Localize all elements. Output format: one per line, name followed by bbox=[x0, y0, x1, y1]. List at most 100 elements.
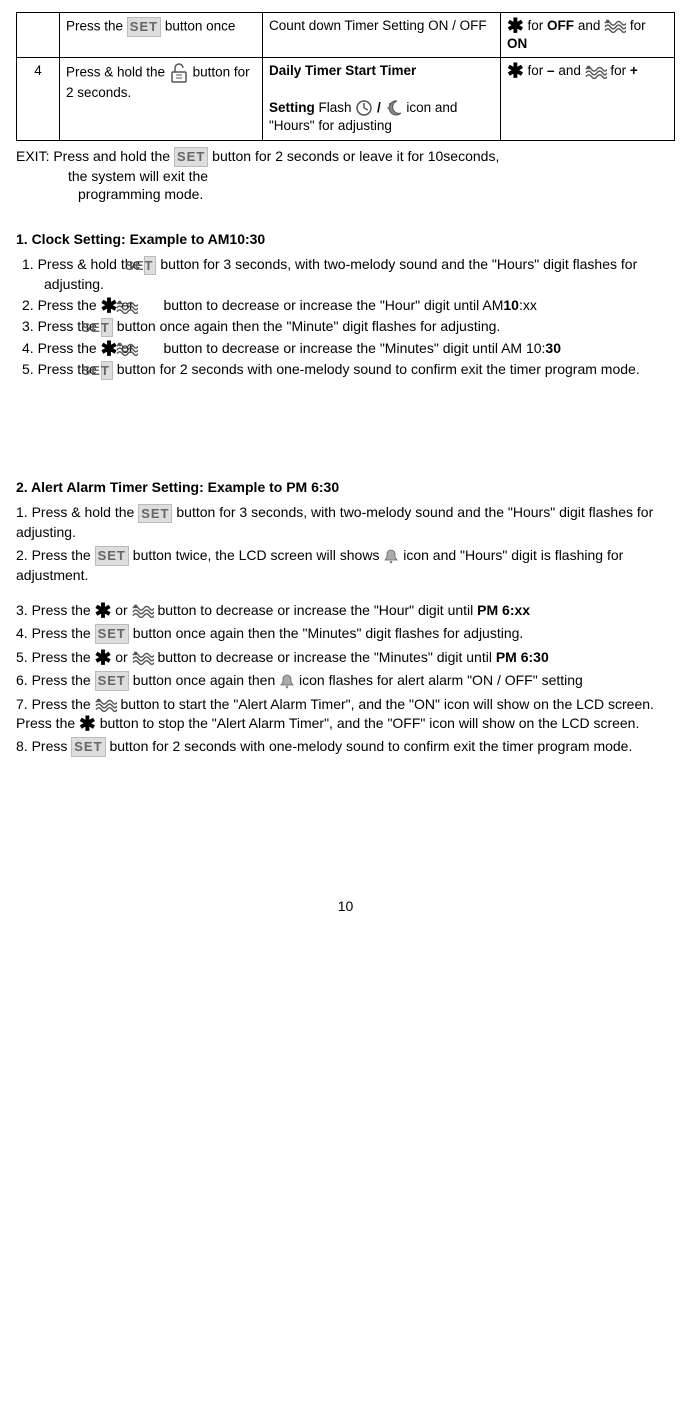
text: for bbox=[528, 63, 548, 78]
section1-title: 1. Clock Setting: Example to AM10:30 bbox=[16, 230, 675, 249]
text: button twice, the LCD screen will shows bbox=[133, 547, 384, 563]
text: – bbox=[547, 63, 555, 78]
text: for bbox=[528, 18, 548, 33]
text: or bbox=[115, 602, 131, 618]
wave-icon bbox=[138, 300, 160, 314]
text: Press & hold the bbox=[66, 65, 169, 80]
settings-table: Press the SET button once Count down Tim… bbox=[16, 12, 675, 141]
step: 5. Press the ✱ or button to decrease or … bbox=[16, 648, 675, 667]
text: or bbox=[115, 649, 131, 665]
step: 5. Press the SET button for 2 seconds wi… bbox=[44, 360, 675, 380]
text: PM 6:30 bbox=[496, 649, 549, 665]
step: 6. Press the SET button once again then … bbox=[16, 671, 675, 691]
set-icon: SET bbox=[174, 147, 208, 167]
text: button once again then bbox=[133, 672, 279, 688]
text: PM 6:xx bbox=[477, 602, 530, 618]
text: 4. Press the bbox=[16, 625, 95, 641]
row2-keys: ✱ for – and for + bbox=[501, 58, 675, 140]
text: 5. Press the bbox=[16, 649, 95, 665]
bell-icon bbox=[383, 548, 399, 564]
text: 4. Press the bbox=[22, 340, 101, 356]
row1-action: Press the SET button once bbox=[60, 13, 263, 58]
section2-title: 2. Alert Alarm Timer Setting: Example to… bbox=[16, 478, 675, 497]
wave-icon bbox=[138, 342, 160, 356]
set-icon: SET bbox=[95, 671, 129, 691]
wave-icon bbox=[95, 698, 117, 712]
set-icon: SET bbox=[144, 256, 156, 276]
star-icon: ✱ bbox=[95, 600, 112, 622]
set-icon: SET bbox=[101, 361, 113, 381]
wave-icon bbox=[132, 604, 154, 618]
text: Daily Timer Start Timer bbox=[269, 63, 416, 78]
set-icon: SET bbox=[101, 318, 113, 338]
star-icon: ✱ bbox=[507, 15, 524, 37]
step: 3. Press the ✱ or button to decrease or … bbox=[16, 601, 675, 620]
step: 2. Press the SET button twice, the LCD s… bbox=[16, 546, 675, 585]
row1-keys: ✱ for OFF and for ON bbox=[501, 13, 675, 58]
text: Setting bbox=[269, 100, 315, 115]
text: the system will exit the bbox=[68, 167, 675, 186]
row1-num bbox=[17, 13, 60, 58]
wave-icon bbox=[585, 65, 607, 79]
text: EXIT: Press and hold the bbox=[16, 148, 174, 164]
step: 7. Press the button to start the "Alert … bbox=[16, 695, 675, 733]
text: for bbox=[610, 63, 630, 78]
set-icon: SET bbox=[95, 624, 129, 644]
step: 1. Press & hold the SET button for 3 sec… bbox=[44, 255, 675, 294]
text: 6. Press the bbox=[16, 672, 95, 688]
text: 2. Press the bbox=[22, 297, 101, 313]
step: 4. Press the ✱ or button to decrease or … bbox=[44, 339, 675, 358]
text: button once bbox=[165, 18, 236, 33]
text: for bbox=[630, 18, 646, 33]
text: button once again then the "Minute" digi… bbox=[117, 318, 501, 334]
text: button to decrease or increase the "Hour… bbox=[163, 297, 503, 313]
table-row: 4 Press & hold the button for 2 seconds.… bbox=[17, 58, 675, 140]
wave-icon bbox=[604, 19, 626, 33]
text: ON bbox=[507, 36, 527, 51]
text: button to decrease or increase the "Minu… bbox=[163, 340, 545, 356]
step: 4. Press the SET button once again then … bbox=[16, 624, 675, 644]
bell-icon bbox=[279, 673, 295, 689]
table-row: Press the SET button once Count down Tim… bbox=[17, 13, 675, 58]
text: button for 2 seconds or leave it for 10s… bbox=[212, 148, 499, 164]
text: Flash bbox=[319, 100, 356, 115]
text: icon flashes for alert alarm "ON / OFF" … bbox=[299, 672, 583, 688]
star-icon: ✱ bbox=[79, 713, 96, 735]
row2-action: Press & hold the button for 2 seconds. bbox=[60, 58, 263, 140]
set-icon: SET bbox=[138, 504, 172, 524]
text: OFF bbox=[547, 18, 574, 33]
row1-desc: Count down Timer Setting ON / OFF bbox=[263, 13, 501, 58]
text: button to decrease or increase the "Hour… bbox=[157, 602, 477, 618]
set-icon: SET bbox=[71, 737, 105, 757]
step: 1. Press & hold the SET button for 3 sec… bbox=[16, 503, 675, 542]
text: 30 bbox=[545, 340, 561, 356]
night-icon bbox=[385, 99, 403, 117]
text: + bbox=[630, 63, 638, 78]
step: 8. Press SET button for 2 seconds with o… bbox=[16, 737, 675, 757]
text: 2. Press the bbox=[16, 547, 95, 563]
text: 10 bbox=[503, 297, 519, 313]
row2-desc: Daily Timer Start Timer Setting Flash / … bbox=[263, 58, 501, 140]
text: 1. Press & hold the bbox=[16, 504, 138, 520]
wave-icon bbox=[132, 651, 154, 665]
page-number: 10 bbox=[16, 897, 675, 916]
star-icon: ✱ bbox=[95, 647, 112, 669]
set-icon: SET bbox=[95, 546, 129, 566]
text: and bbox=[558, 63, 584, 78]
text: programming mode. bbox=[78, 185, 675, 204]
text: / bbox=[377, 100, 385, 115]
step: 3. Press the SET button once again then … bbox=[44, 317, 675, 337]
clock-icon bbox=[355, 99, 373, 117]
text: 7. Press the bbox=[16, 696, 95, 712]
lock-icon bbox=[169, 62, 189, 84]
set-icon: SET bbox=[127, 17, 161, 37]
step: 2. Press the ✱ or button to decrease or … bbox=[44, 296, 675, 315]
star-icon: ✱ bbox=[507, 61, 524, 83]
text: button once again then the "Minutes" dig… bbox=[133, 625, 524, 641]
text: button for 2 seconds with one-melody sou… bbox=[109, 738, 632, 754]
text: button for 2 seconds with one-melody sou… bbox=[117, 361, 640, 377]
text: button to stop the "Alert Alarm Timer", … bbox=[100, 715, 640, 731]
exit-note: EXIT: Press and hold the SET button for … bbox=[16, 147, 675, 205]
text: :xx bbox=[519, 297, 537, 313]
text: 8. Press bbox=[16, 738, 71, 754]
